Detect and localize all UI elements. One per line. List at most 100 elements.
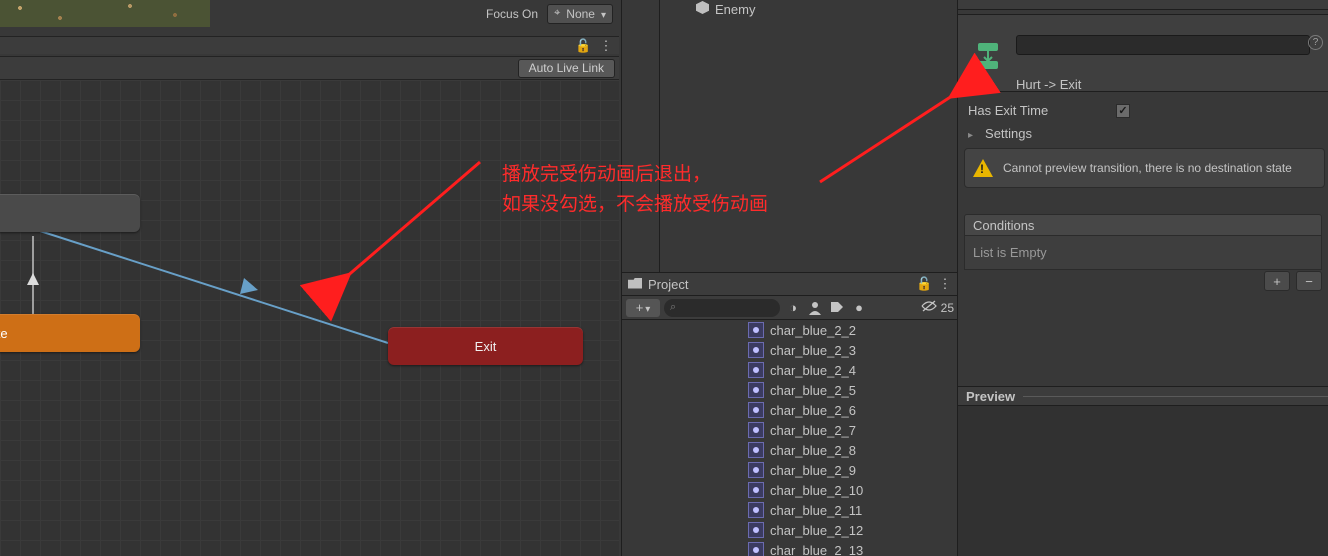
project-header: Project 🔓 ⋮ (622, 272, 958, 296)
auto-live-link-button[interactable]: Auto Live Link (518, 59, 615, 78)
kebab-menu-icon[interactable]: ⋮ (599, 38, 613, 54)
settings-label: Settings (985, 126, 1032, 141)
project-title: Project (648, 277, 688, 292)
has-exit-time-row: Has Exit Time (958, 100, 1328, 122)
filter-label-icon[interactable] (828, 299, 846, 317)
conditions-header: Conditions (964, 214, 1322, 236)
warning-box: Cannot preview transition, there is no d… (964, 148, 1325, 188)
conditions-label: Conditions (973, 218, 1034, 233)
asset-label: char_blue_2_3 (770, 343, 856, 358)
sprite-icon (748, 482, 764, 498)
node-label: ew State (0, 326, 8, 341)
transition-name-label: Hurt -> Exit (1016, 77, 1081, 92)
list-item[interactable]: char_blue_2_8 (622, 440, 958, 460)
list-item[interactable]: char_blue_2_5 (622, 380, 958, 400)
sprite-icon (748, 542, 764, 556)
node-label: Exit (475, 339, 497, 354)
gameobject-icon (696, 1, 709, 17)
help-icon[interactable]: ? (1308, 35, 1323, 50)
filter-type-icon[interactable]: ◑ (784, 299, 802, 317)
filter-save-icon[interactable]: ● (850, 299, 868, 317)
lock-icon[interactable]: 🔓 (916, 276, 930, 292)
animator-graph-canvas[interactable]: Hurt ew State Exit (0, 80, 619, 556)
asset-label: char_blue_2_12 (770, 523, 863, 538)
preview-label: Preview (966, 389, 1015, 404)
asset-label: char_blue_2_9 (770, 463, 856, 478)
animator-pane: Focus On ⌖ None 🔓 ⋮ Auto Live Link (0, 0, 621, 556)
annotation-line1: 播放完受伤动画后退出， (502, 160, 768, 190)
list-item[interactable]: char_blue_2_3 (622, 340, 958, 360)
asset-label: char_blue_2_2 (770, 323, 856, 338)
conditions-remove-button[interactable]: − (1296, 271, 1322, 291)
list-item[interactable]: char_blue_2_9 (622, 460, 958, 480)
plus-icon: + (1273, 274, 1281, 289)
annotation-line2: 如果没勾选，不会播放受伤动画 (502, 190, 768, 220)
sprite-icon (748, 462, 764, 478)
sprite-icon (748, 402, 764, 418)
warning-icon (973, 159, 993, 177)
settings-foldout[interactable]: Settings (958, 123, 1328, 145)
animator-livelink-bar: Auto Live Link (0, 56, 619, 80)
sprite-icon (748, 522, 764, 538)
project-search-input[interactable]: ⌕ (664, 299, 780, 317)
project-toolbar: + ⌕ ◑ ● 25 (622, 296, 958, 320)
focus-on-label: Focus On (478, 4, 546, 24)
middle-pane: Enemy Project 🔓 ⋮ + ⌕ ◑ ● (621, 0, 957, 556)
search-icon: ⌕ (670, 301, 676, 314)
asset-label: char_blue_2_8 (770, 443, 856, 458)
asset-label: char_blue_2_5 (770, 383, 856, 398)
hierarchy-item-enemy[interactable]: Enemy (696, 0, 956, 18)
filter-person-icon[interactable] (806, 299, 824, 317)
has-exit-time-label: Has Exit Time (968, 103, 1108, 118)
preview-header[interactable]: Preview (958, 386, 1328, 406)
transition-name-input[interactable] (1016, 35, 1310, 55)
hidden-items-toggle[interactable]: 25 (921, 300, 954, 315)
sprite-icon (748, 502, 764, 518)
lock-icon[interactable]: 🔓 (575, 38, 589, 54)
animator-node-new-state[interactable]: ew State (0, 314, 140, 352)
list-item[interactable]: char_blue_2_13 (622, 540, 958, 556)
asset-label: char_blue_2_7 (770, 423, 856, 438)
minus-icon: − (1305, 274, 1313, 289)
project-add-button[interactable]: + (626, 299, 660, 317)
conditions-add-button[interactable]: + (1264, 271, 1290, 291)
list-item[interactable]: char_blue_2_7 (622, 420, 958, 440)
sprite-icon (748, 322, 764, 338)
chevron-down-icon (645, 300, 650, 315)
hidden-count-value: 25 (941, 301, 954, 315)
conditions-empty-label: List is Empty (973, 245, 1047, 260)
list-item[interactable]: char_blue_2_2 (622, 320, 958, 340)
list-item[interactable]: char_blue_2_6 (622, 400, 958, 420)
animator-node-exit[interactable]: Exit (388, 327, 583, 365)
sprite-icon (748, 362, 764, 378)
warning-text: Cannot preview transition, there is no d… (1003, 161, 1292, 175)
animator-top-bar: Focus On ⌖ None (0, 0, 621, 27)
inspector-pane: ? Hurt -> Exit Has Exit Time Settings Ca… (957, 0, 1328, 556)
plus-icon: + (636, 300, 644, 315)
sprite-icon (748, 342, 764, 358)
project-list[interactable]: char_blue_2_2 char_blue_2_3 char_blue_2_… (622, 320, 958, 556)
chevron-down-icon (601, 7, 606, 21)
preview-area (958, 406, 1328, 556)
sprite-icon (748, 382, 764, 398)
asset-label: char_blue_2_6 (770, 403, 856, 418)
conditions-body: List is Empty (964, 236, 1322, 270)
asset-label: char_blue_2_11 (770, 503, 862, 518)
list-item[interactable]: char_blue_2_10 (622, 480, 958, 500)
list-item[interactable]: char_blue_2_4 (622, 360, 958, 380)
list-item[interactable]: char_blue_2_11 (622, 500, 958, 520)
inspector-header: ? Hurt -> Exit (958, 14, 1328, 92)
kebab-menu-icon[interactable]: ⋮ (938, 276, 952, 292)
inspector-top-strip (958, 0, 1328, 10)
animator-node-hurt[interactable]: Hurt (0, 194, 140, 232)
asset-label: char_blue_2_4 (770, 363, 856, 378)
list-item[interactable]: char_blue_2_12 (622, 520, 958, 540)
animator-sub-bar: 🔓 ⋮ (0, 36, 619, 54)
asset-label: char_blue_2_13 (770, 543, 863, 556)
sprite-icon (748, 422, 764, 438)
has-exit-time-checkbox[interactable] (1116, 104, 1130, 118)
focus-on-value: None (566, 7, 595, 21)
conditions-footer: + − (964, 270, 1322, 292)
hierarchy-panel[interactable]: Enemy (660, 0, 958, 272)
focus-on-dropdown[interactable]: ⌖ None (547, 4, 613, 24)
